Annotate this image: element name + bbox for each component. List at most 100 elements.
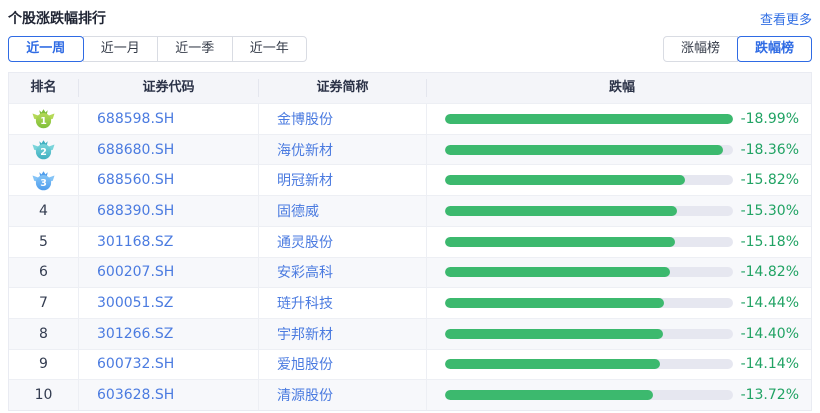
col-header-change: 跌幅 bbox=[427, 79, 811, 97]
change-value: -13.72% bbox=[733, 387, 799, 403]
board-tab-1[interactable]: 跌幅榜 bbox=[737, 36, 812, 62]
stock-code-link[interactable]: 600732.SH bbox=[79, 350, 259, 380]
board-tab-0[interactable]: 涨幅榜 bbox=[663, 36, 738, 62]
change-cell: -13.72% bbox=[427, 380, 811, 410]
change-cell: -15.82% bbox=[427, 165, 811, 195]
change-value: -15.18% bbox=[733, 234, 799, 250]
change-bar-track bbox=[445, 206, 733, 216]
stock-name-link[interactable]: 琏升科技 bbox=[259, 288, 427, 318]
change-cell: -18.99% bbox=[427, 104, 811, 134]
rank-cell: 7 bbox=[9, 288, 79, 318]
change-bar-track bbox=[445, 390, 733, 400]
rank-cell: 1 bbox=[9, 104, 79, 134]
table-row: 9 600732.SH 爱旭股份 -14.14% bbox=[9, 349, 811, 380]
change-bar-track bbox=[445, 329, 733, 339]
stock-code-link[interactable]: 301168.SZ bbox=[79, 227, 259, 257]
toolbar: 近一周近一月近一季近一年 涨幅榜跌幅榜 bbox=[0, 36, 820, 62]
view-more-link[interactable]: 查看更多 bbox=[760, 9, 812, 28]
page-title: 个股涨跌幅排行 bbox=[8, 8, 106, 28]
rank-medal-2-icon: 2 bbox=[31, 139, 56, 160]
rank-cell: 9 bbox=[9, 350, 79, 380]
change-bar-fill bbox=[445, 390, 653, 400]
stock-name-link[interactable]: 爱旭股份 bbox=[259, 350, 427, 380]
change-value: -14.82% bbox=[733, 264, 799, 280]
stock-name-link[interactable]: 清源股份 bbox=[259, 380, 427, 410]
change-bar-fill bbox=[445, 237, 675, 247]
rank-cell: 2 bbox=[9, 135, 79, 165]
change-cell: -14.44% bbox=[427, 288, 811, 318]
change-bar-track bbox=[445, 298, 733, 308]
stock-code-link[interactable]: 603628.SH bbox=[79, 380, 259, 410]
change-value: -14.40% bbox=[733, 326, 799, 342]
ranking-table: 排名 证券代码 证券简称 跌幅 1 688598.SH 金博股份 -18.99%… bbox=[8, 72, 812, 411]
table-row: 4 688390.SH 固德威 -15.30% bbox=[9, 195, 811, 226]
rank-cell: 4 bbox=[9, 196, 79, 226]
change-value: -15.82% bbox=[733, 172, 799, 188]
period-tab-1[interactable]: 近一月 bbox=[83, 36, 159, 62]
table-row: 1 688598.SH 金博股份 -18.99% bbox=[9, 103, 811, 134]
change-cell: -15.18% bbox=[427, 227, 811, 257]
svg-text:3: 3 bbox=[40, 178, 47, 189]
table-row: 2 688680.SH 海优新材 -18.36% bbox=[9, 134, 811, 165]
rank-medal-3-icon: 3 bbox=[31, 170, 56, 191]
stock-name-link[interactable]: 金博股份 bbox=[259, 104, 427, 134]
stock-name-link[interactable]: 固德威 bbox=[259, 196, 427, 226]
svg-text:2: 2 bbox=[40, 147, 47, 158]
change-bar-fill bbox=[445, 359, 660, 369]
rank-cell: 8 bbox=[9, 319, 79, 349]
stock-code-link[interactable]: 688560.SH bbox=[79, 165, 259, 195]
stock-name-link[interactable]: 宇邦新材 bbox=[259, 319, 427, 349]
table-row: 8 301266.SZ 宇邦新材 -14.40% bbox=[9, 318, 811, 349]
table-row: 6 600207.SH 安彩高科 -14.82% bbox=[9, 257, 811, 288]
panel-header: 个股涨跌幅排行 查看更多 bbox=[0, 0, 820, 26]
table-row: 10 603628.SH 清源股份 -13.72% bbox=[9, 379, 811, 410]
stock-name-link[interactable]: 明冠新材 bbox=[259, 165, 427, 195]
period-tab-group: 近一周近一月近一季近一年 bbox=[8, 36, 307, 62]
change-bar-track bbox=[445, 175, 733, 185]
change-bar-track bbox=[445, 359, 733, 369]
change-bar-fill bbox=[445, 206, 677, 216]
change-bar-fill bbox=[445, 267, 670, 277]
stock-code-link[interactable]: 301266.SZ bbox=[79, 319, 259, 349]
change-value: -18.36% bbox=[733, 142, 799, 158]
change-value: -14.14% bbox=[733, 356, 799, 372]
rank-cell: 5 bbox=[9, 227, 79, 257]
period-tab-2[interactable]: 近一季 bbox=[157, 36, 233, 62]
stock-name-link[interactable]: 通灵股份 bbox=[259, 227, 427, 257]
change-value: -18.99% bbox=[733, 111, 799, 127]
stock-code-link[interactable]: 688680.SH bbox=[79, 135, 259, 165]
change-bar-track bbox=[445, 145, 733, 155]
change-bar-fill bbox=[445, 329, 663, 339]
change-cell: -18.36% bbox=[427, 135, 811, 165]
change-bar-track bbox=[445, 114, 733, 124]
table-row: 3 688560.SH 明冠新材 -15.82% bbox=[9, 164, 811, 195]
col-header-code: 证券代码 bbox=[79, 79, 259, 97]
change-bar-track bbox=[445, 237, 733, 247]
board-tab-group: 涨幅榜跌幅榜 bbox=[663, 36, 812, 62]
table-header-row: 排名 证券代码 证券简称 跌幅 bbox=[9, 73, 811, 103]
rank-cell: 10 bbox=[9, 380, 79, 410]
stock-code-link[interactable]: 688390.SH bbox=[79, 196, 259, 226]
rank-cell: 3 bbox=[9, 165, 79, 195]
change-cell: -14.14% bbox=[427, 350, 811, 380]
change-bar-fill bbox=[445, 145, 723, 155]
table-body: 1 688598.SH 金博股份 -18.99% 2 688680.SH 海优新… bbox=[9, 103, 811, 410]
rank-cell: 6 bbox=[9, 258, 79, 288]
change-cell: -14.82% bbox=[427, 258, 811, 288]
change-bar-fill bbox=[445, 114, 733, 124]
change-value: -14.44% bbox=[733, 295, 799, 311]
table-row: 5 301168.SZ 通灵股份 -15.18% bbox=[9, 226, 811, 257]
period-tab-3[interactable]: 近一年 bbox=[232, 36, 308, 62]
change-bar-track bbox=[445, 267, 733, 277]
stock-name-link[interactable]: 海优新材 bbox=[259, 135, 427, 165]
stock-code-link[interactable]: 300051.SZ bbox=[79, 288, 259, 318]
period-tab-0[interactable]: 近一周 bbox=[8, 36, 84, 62]
col-header-rank: 排名 bbox=[9, 79, 79, 97]
stock-name-link[interactable]: 安彩高科 bbox=[259, 258, 427, 288]
stock-code-link[interactable]: 600207.SH bbox=[79, 258, 259, 288]
change-bar-fill bbox=[445, 298, 664, 308]
change-cell: -15.30% bbox=[427, 196, 811, 226]
change-bar-fill bbox=[445, 175, 685, 185]
col-header-name: 证券简称 bbox=[259, 79, 427, 97]
stock-code-link[interactable]: 688598.SH bbox=[79, 104, 259, 134]
